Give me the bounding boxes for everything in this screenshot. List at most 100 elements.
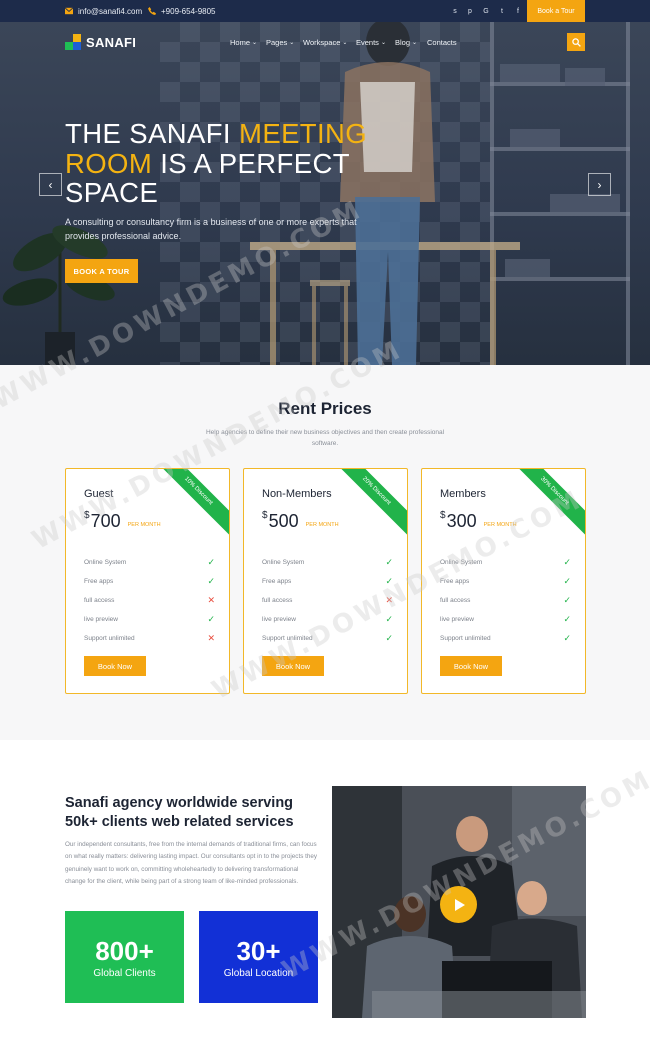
hero-section: SANAFI Home ⌄ Pages ⌄ Workspace ⌄ Events ⌄ B…: [0, 22, 650, 365]
nav-item-blog[interactable]: Blog ⌄: [395, 38, 417, 47]
nav-item-label: Contacts: [427, 37, 457, 47]
skype-icon[interactable]: s: [449, 0, 461, 22]
book-now-button[interactable]: Book Now: [440, 656, 502, 676]
slider-next-button[interactable]: ›: [588, 173, 611, 196]
chevron-down-icon: ⌄: [252, 39, 258, 46]
about-text: Our independent consultants, free from t…: [65, 841, 317, 885]
discount-ribbon: 30% Discount: [509, 469, 585, 537]
about-title: Sanafi agency worldwide serving 50k+ cli…: [65, 795, 294, 830]
google-icon[interactable]: G: [480, 0, 492, 22]
phone-text: +909-654-9805: [161, 6, 216, 16]
video-thumbnail[interactable]: [332, 786, 586, 1018]
plan-price: $700 PER MONTH: [84, 510, 161, 532]
nav-item-label: Pages: [266, 37, 288, 47]
cross-icon: ✕: [207, 594, 215, 605]
feature-row: Online System ✓: [262, 556, 393, 568]
feature-row: Support unlimited ✓: [440, 632, 571, 644]
feature-label: Online System: [440, 558, 483, 566]
search-icon: [571, 37, 581, 47]
nav-item-events[interactable]: Events ⌄: [356, 38, 386, 47]
book-now-button[interactable]: Book Now: [262, 656, 324, 676]
chevron-down-icon: ⌄: [289, 39, 295, 46]
check-icon: ✓: [385, 556, 393, 567]
feature-label: Support unlimited: [84, 634, 135, 642]
feature-label: Free apps: [84, 577, 114, 585]
chevron-down-icon: ⌄: [380, 39, 386, 46]
feature-label: Free apps: [440, 577, 470, 585]
price-period: PER MONTH: [127, 522, 161, 528]
nav-item-label: Workspace: [303, 37, 341, 47]
stat-label: Global Location: [223, 967, 294, 979]
plan-price: $500 PER MONTH: [262, 510, 339, 532]
feature-row: live preview ✓: [262, 613, 393, 625]
pricing-subtitle: Help agencies to define their new busine…: [205, 429, 445, 447]
pricing-card-members: 30% Discount Members $300 PER MONTH Online S…: [421, 468, 586, 694]
nav-item-label: Home: [230, 37, 251, 47]
pricing-section: Rent Prices Help agencies to define thei…: [0, 365, 650, 740]
envelope-icon: [65, 7, 73, 15]
check-icon: ✓: [563, 594, 571, 605]
check-icon: ✓: [563, 632, 571, 643]
pinterest-icon[interactable]: p: [464, 0, 476, 22]
play-button[interactable]: [440, 886, 477, 923]
chevron-left-icon: ‹: [48, 177, 53, 192]
chevron-down-icon: ⌄: [342, 39, 348, 46]
pricing-title: Rent Prices: [278, 399, 372, 418]
price-period: PER MONTH: [483, 522, 517, 528]
chevron-down-icon: ⌄: [412, 39, 418, 46]
feature-label: live preview: [262, 615, 296, 623]
nav-item-label: Events: [356, 37, 379, 47]
top-bar: info@sanafi4.com +909-654-9805 s p G t f…: [0, 0, 650, 22]
currency-symbol: $: [440, 510, 446, 521]
slider-prev-button[interactable]: ‹: [39, 173, 62, 196]
feature-label: live preview: [440, 615, 474, 623]
nav-item-contacts[interactable]: Contacts: [427, 38, 457, 47]
hero-book-tour-button[interactable]: BOOK A TOUR: [65, 259, 138, 283]
book-now-button[interactable]: Book Now: [84, 656, 146, 676]
email-text: info@sanafi4.com: [78, 6, 143, 16]
nav-item-workspace[interactable]: Workspace ⌄: [303, 38, 347, 47]
facebook-icon[interactable]: f: [512, 0, 524, 22]
currency-symbol: $: [262, 510, 268, 521]
stat-number: 30+: [236, 935, 281, 966]
check-icon: ✓: [207, 575, 215, 586]
feature-label: Online System: [84, 558, 127, 566]
check-icon: ✓: [207, 556, 215, 567]
check-icon: ✓: [563, 575, 571, 586]
stat-label: Global Clients: [93, 967, 156, 979]
price-amount: 300: [446, 511, 477, 531]
book-tour-button[interactable]: Book a Tour: [527, 0, 585, 22]
about-section: Sanafi agency worldwide serving 50k+ cli…: [0, 740, 650, 1056]
check-icon: ✓: [207, 613, 215, 624]
hero-title-accent: MEETING: [239, 118, 368, 149]
phone-contact[interactable]: +909-654-9805: [148, 0, 216, 22]
play-icon: [454, 898, 465, 911]
feature-row: full access ✕: [84, 594, 215, 606]
nav-item-home[interactable]: Home ⌄: [230, 38, 257, 47]
price-amount: 700: [90, 511, 121, 531]
hero-title-text: THE SANAFI: [65, 118, 240, 149]
nav-item-pages[interactable]: Pages ⌄: [266, 38, 294, 47]
feature-label: full access: [84, 596, 115, 604]
site-logo[interactable]: SANAFI: [65, 34, 136, 50]
logo-text: SANAFI: [86, 34, 137, 50]
plan-price: $300 PER MONTH: [440, 510, 517, 532]
search-button[interactable]: [567, 33, 585, 51]
feature-row: live preview ✓: [84, 613, 215, 625]
pricing-card-guest: 10% Discount Guest $700 PER MONTH Online Sys…: [65, 468, 230, 694]
check-icon: ✓: [385, 575, 393, 586]
discount-ribbon: 10% Discount: [153, 469, 229, 537]
feature-row: Free apps ✓: [440, 575, 571, 587]
hero-title-accent: ROOM: [65, 147, 153, 179]
plan-name: Members: [440, 488, 486, 500]
email-contact[interactable]: info@sanafi4.com: [65, 0, 142, 22]
check-icon: ✓: [385, 632, 393, 643]
feature-row: Free apps ✓: [84, 575, 215, 587]
nav-item-label: Blog: [395, 37, 411, 47]
stat-number: 800+: [95, 935, 154, 966]
feature-label: Free apps: [262, 577, 292, 585]
feature-label: Support unlimited: [262, 634, 313, 642]
feature-label: live preview: [84, 615, 118, 623]
feature-row: full access ✕: [262, 594, 393, 606]
twitter-icon[interactable]: t: [496, 0, 508, 22]
